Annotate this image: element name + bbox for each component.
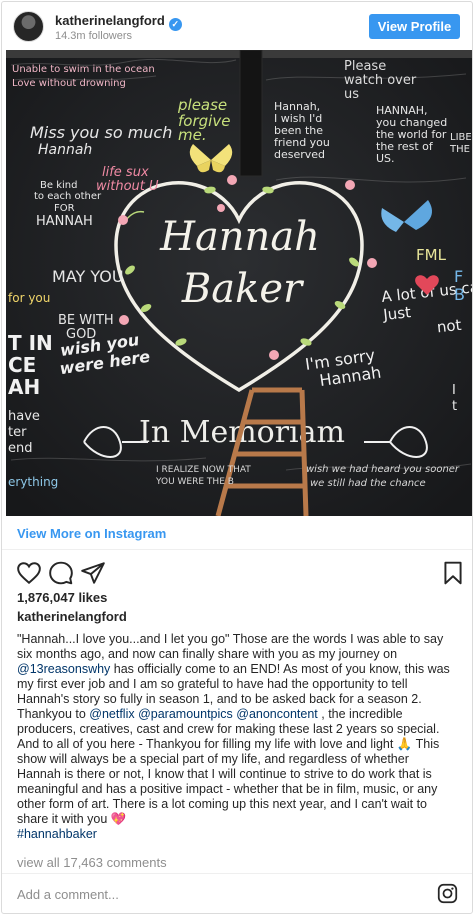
add-comment-input[interactable] xyxy=(17,884,407,904)
hashtag-hannahbaker[interactable]: #hannahbaker xyxy=(17,827,97,841)
svg-text:Miss you so much: Miss you so much xyxy=(30,123,172,142)
mention-anoncontent[interactable]: @anoncontent xyxy=(236,707,318,721)
username-text[interactable]: katherinelangford xyxy=(55,13,165,28)
mention-paramountpics[interactable]: @paramountpics xyxy=(138,707,233,721)
caption-line: @13reasonswhy has officially come to an … xyxy=(17,662,465,677)
caption-line: #hannahbaker xyxy=(17,827,465,842)
svg-text:LIBETHE: LIBE THE xyxy=(449,132,472,155)
mention-netflix[interactable]: @netflix xyxy=(89,707,134,721)
bookmark-icon[interactable] xyxy=(440,560,466,586)
caption-line: Thankyou to @netflix @paramountpics @ano… xyxy=(17,707,465,722)
wall-pipe xyxy=(240,50,262,176)
view-profile-button[interactable]: View Profile xyxy=(369,14,460,39)
instagram-logo-icon[interactable] xyxy=(437,883,458,904)
caption-text-span: has officially come to an END! As most o… xyxy=(110,662,450,676)
caption-line: meaningful and has a positive impact - w… xyxy=(17,782,438,796)
avatar[interactable] xyxy=(13,11,44,42)
caption-line: Hannah is there or not, I know that I wi… xyxy=(17,767,432,781)
post-header: katherinelangford ✓ 14.3m followers View … xyxy=(2,2,472,50)
caption-line: six months ago, and now can finally shar… xyxy=(17,647,398,661)
svg-text:Hannah: Hannah xyxy=(38,142,92,158)
svg-text:for you: for you xyxy=(8,291,50,305)
comment-bubble-icon[interactable] xyxy=(48,560,74,586)
caption-text-span: , the incredible xyxy=(317,707,403,721)
heart-icon[interactable] xyxy=(16,560,42,586)
divider xyxy=(2,549,472,550)
caption-line: other form of art. There is a lot coming… xyxy=(17,797,427,811)
caption-text: "Hannah...I love you...and I let you go"… xyxy=(17,632,465,842)
post-image[interactable]: Hannah Baker In Memoriam Unable to swim … xyxy=(6,50,472,516)
caption-line: show will always be a special part of my… xyxy=(17,752,409,766)
chalkboard-photo: Hannah Baker In Memoriam Unable to swim … xyxy=(6,50,472,516)
caption-username[interactable]: katherinelangford xyxy=(17,609,127,624)
caption-line: share it with you 💖 xyxy=(17,812,127,826)
title-line-1: Hannah xyxy=(159,214,320,260)
profile-username[interactable]: katherinelangford ✓ xyxy=(55,13,182,31)
svg-text:erything: erything xyxy=(8,475,58,489)
svg-text:MAY YOU: MAY YOU xyxy=(52,267,124,286)
view-all-comments-link[interactable]: view all 17,463 comments xyxy=(17,855,167,870)
action-bar xyxy=(2,560,472,588)
caption-line: Hannah's story so fully in season 1, and… xyxy=(17,692,422,706)
caption-line: producers, creatives, cast and crew for … xyxy=(17,722,440,736)
svg-text:Love without drowning: Love without drowning xyxy=(12,78,126,89)
caption-line: "Hannah...I love you...and I let you go"… xyxy=(17,632,444,646)
instagram-embed-card: katherinelangford ✓ 14.3m followers View … xyxy=(1,1,473,914)
verified-badge-icon: ✓ xyxy=(168,18,182,31)
divider xyxy=(2,873,472,874)
view-more-link[interactable]: View More on Instagram xyxy=(17,526,166,541)
share-paper-plane-icon[interactable] xyxy=(80,560,106,586)
mention-13reasonswhy[interactable]: @13reasonswhy xyxy=(17,662,110,676)
svg-text:Unable to swim in the ocean: Unable to swim in the ocean xyxy=(12,64,155,75)
likes-count[interactable]: 1,876,047 likes xyxy=(17,590,107,605)
caption-text-span: Thankyou to xyxy=(17,707,90,721)
title-line-2: Baker xyxy=(181,266,305,312)
svg-text:FML: FML xyxy=(416,246,447,264)
caption-line: my first ever job and I am so grateful t… xyxy=(17,677,408,691)
follower-count: 14.3m followers xyxy=(55,30,133,42)
caption-line: And to all of you here - Thankyou for fi… xyxy=(17,737,440,751)
